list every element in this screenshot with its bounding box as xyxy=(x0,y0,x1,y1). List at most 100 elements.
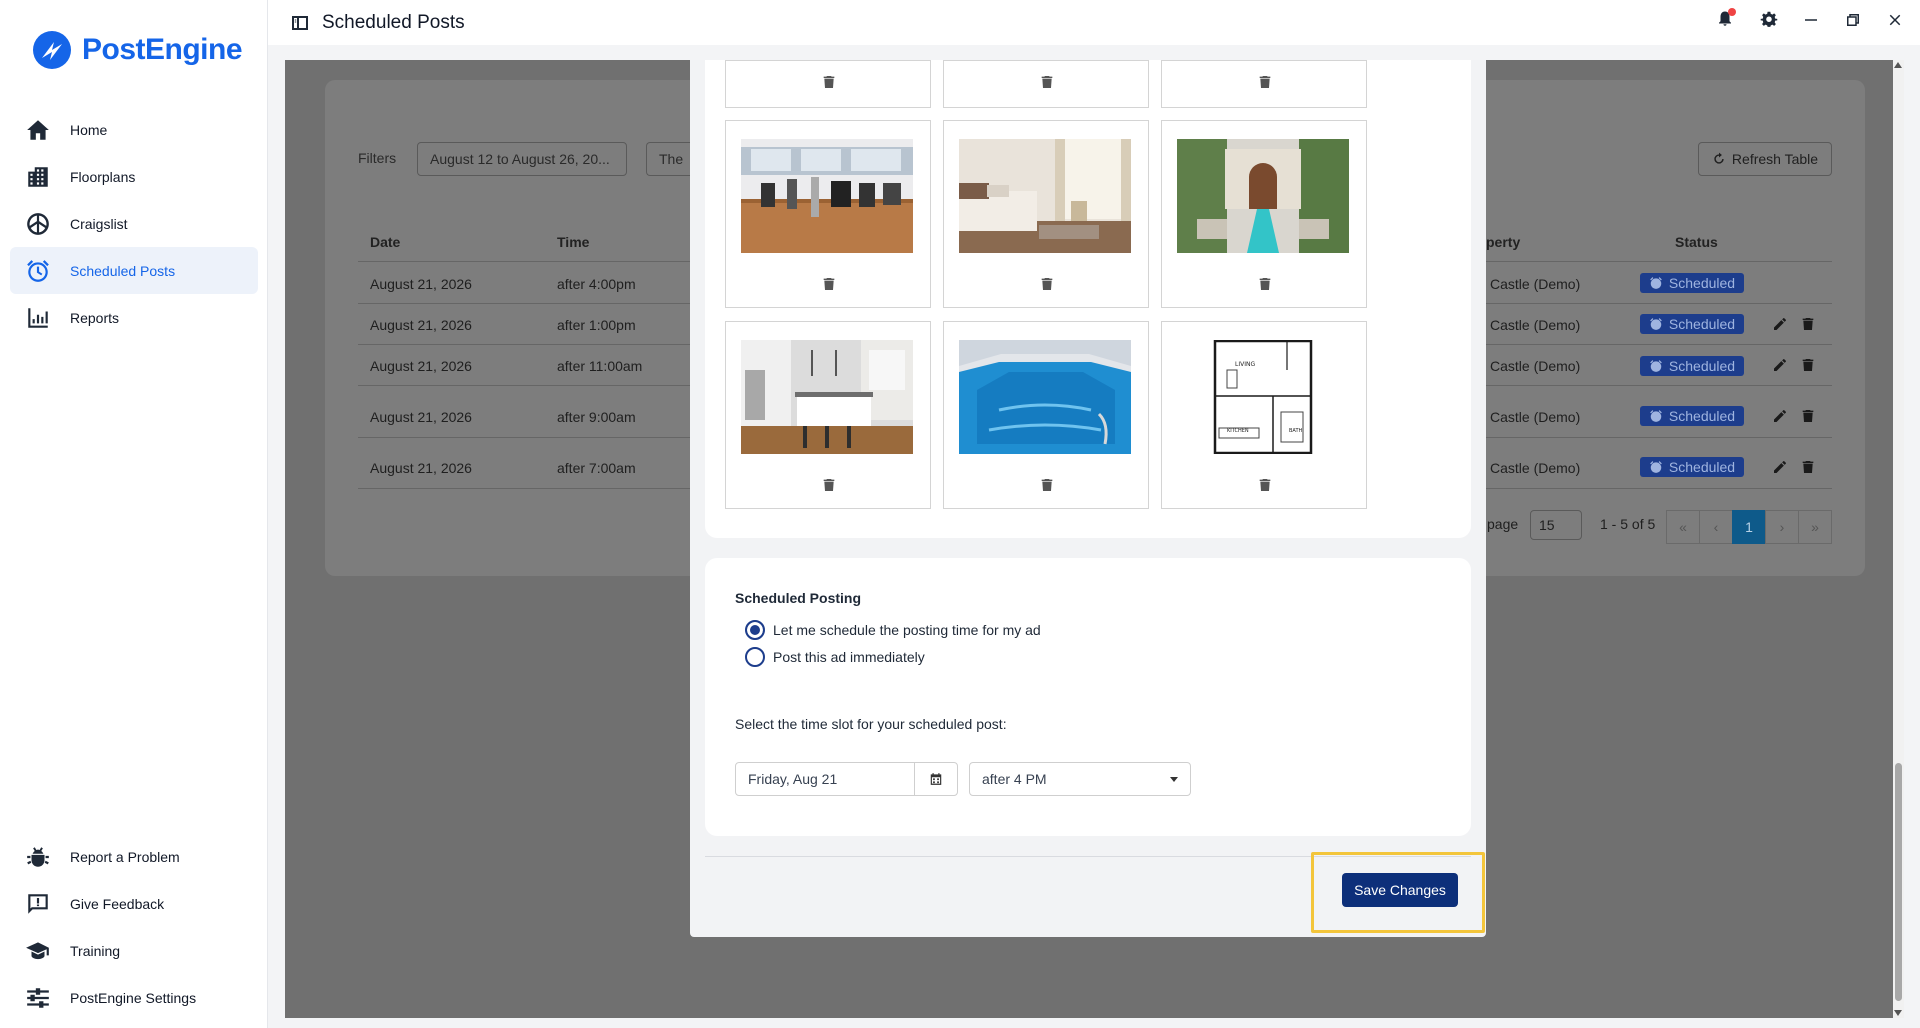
delete-photo-button[interactable] xyxy=(821,73,837,91)
status-badge-label: Scheduled xyxy=(1668,408,1736,424)
first-page-button[interactable]: « xyxy=(1666,510,1700,544)
next-page-button[interactable]: › xyxy=(1765,510,1799,544)
time-slot-value: after 4 PM xyxy=(982,771,1047,787)
delete-photo-button[interactable] xyxy=(821,275,837,293)
delete-photo-button[interactable] xyxy=(821,476,837,494)
scheduled-posting-title: Scheduled Posting xyxy=(735,590,862,606)
scroll-down-arrow[interactable] xyxy=(1894,1010,1902,1016)
edit-post-button[interactable] xyxy=(1772,357,1788,373)
postengine-logo[interactable]: PostEngine xyxy=(32,30,243,70)
page-title: Scheduled Posts xyxy=(322,11,465,33)
edit-post-button[interactable] xyxy=(1772,459,1788,475)
delete-post-button[interactable] xyxy=(1800,459,1816,475)
time-slot-select[interactable]: after 4 PM xyxy=(969,762,1191,796)
schedule-option-custom[interactable]: Let me schedule the posting time for my … xyxy=(745,620,1041,640)
logo-icon xyxy=(33,31,71,69)
delete-photo-button[interactable] xyxy=(1257,73,1273,91)
peace-icon xyxy=(24,210,52,238)
bedroom-photo xyxy=(959,139,1131,253)
rows-per-page-select[interactable]: 15 xyxy=(1530,510,1582,540)
radio-unselected[interactable] xyxy=(745,647,765,667)
brand-name: PostEngine xyxy=(82,33,243,66)
notifications-button[interactable] xyxy=(1716,8,1736,30)
alarm-clock-icon xyxy=(1650,277,1662,289)
minimize-icon[interactable] xyxy=(1802,11,1820,29)
table-cell-date: August 21, 2026 xyxy=(370,460,472,476)
status-badge: Scheduled xyxy=(1640,457,1744,477)
prev-page-button[interactable]: ‹ xyxy=(1699,510,1733,544)
table-cell-property: Castle (Demo) xyxy=(1490,276,1581,292)
main-nav: Home Floorplans Craigslist Scheduled Pos… xyxy=(10,106,258,341)
edit-post-button[interactable] xyxy=(1772,408,1788,424)
scroll-up-arrow[interactable] xyxy=(1894,62,1902,68)
page-button-current[interactable]: 1 xyxy=(1732,510,1766,544)
schedule-option-immediate[interactable]: Post this ad immediately xyxy=(745,647,925,667)
schedule-date-input[interactable] xyxy=(735,762,915,796)
sidebar-item-label: Reports xyxy=(70,309,120,326)
sidebar-item-home[interactable]: Home xyxy=(10,106,258,153)
page-scrollbar[interactable] xyxy=(1893,60,1904,1018)
sidebar-item-label: Craigslist xyxy=(70,215,128,232)
trash-icon xyxy=(1041,278,1053,290)
delete-photo-button[interactable] xyxy=(1257,275,1273,293)
save-changes-button[interactable]: Save Changes xyxy=(1342,873,1458,907)
delete-photo-button[interactable] xyxy=(1039,275,1055,293)
floorplan-image: LIVING KITCHEN BATH xyxy=(1177,340,1349,454)
column-header-date[interactable]: Date xyxy=(370,234,400,250)
delete-post-button[interactable] xyxy=(1800,316,1816,332)
table-cell-time: after 11:00am xyxy=(557,358,643,374)
edit-post-modal: LIVING KITCHEN BATH Scheduled Posting Le… xyxy=(690,60,1486,937)
gear-icon[interactable] xyxy=(1760,11,1778,29)
trash-icon xyxy=(1041,76,1053,88)
photo-card xyxy=(725,120,931,308)
radio-selected[interactable] xyxy=(745,620,765,640)
scrollbar-thumb[interactable] xyxy=(1895,763,1902,1001)
graduation-cap-icon xyxy=(24,937,52,965)
photo-card xyxy=(1161,60,1367,108)
property-filter[interactable]: The xyxy=(646,142,690,176)
sidebar-toggle-icon[interactable] xyxy=(290,13,310,33)
table-cell-date: August 21, 2026 xyxy=(370,276,472,292)
column-header-time[interactable]: Time xyxy=(557,234,589,250)
photo-card xyxy=(943,321,1149,509)
delete-post-button[interactable] xyxy=(1800,357,1816,373)
sidebar-item-scheduled-posts[interactable]: Scheduled Posts xyxy=(10,247,258,294)
sidebar-item-report-problem[interactable]: Report a Problem xyxy=(10,833,258,880)
delete-photo-button[interactable] xyxy=(1039,73,1055,91)
pencil-icon xyxy=(1774,318,1786,330)
sidebar-item-training[interactable]: Training xyxy=(10,927,258,974)
restore-icon[interactable] xyxy=(1844,11,1862,29)
photo-card xyxy=(943,60,1149,108)
column-header-property[interactable]: perty xyxy=(1486,234,1520,250)
close-icon[interactable] xyxy=(1886,11,1904,29)
table-cell-property: Castle (Demo) xyxy=(1490,460,1581,476)
delete-photo-button[interactable] xyxy=(1039,476,1055,494)
trash-icon xyxy=(823,278,835,290)
sidebar-item-floorplans[interactable]: Floorplans xyxy=(10,153,258,200)
table-cell-time: after 7:00am xyxy=(557,460,636,476)
status-badge: Scheduled xyxy=(1640,314,1744,334)
sidebar-item-craigslist[interactable]: Craigslist xyxy=(10,200,258,247)
status-badge: Scheduled xyxy=(1640,273,1744,293)
alarm-clock-icon xyxy=(1650,410,1662,422)
status-badge-label: Scheduled xyxy=(1668,275,1736,291)
last-page-button[interactable]: » xyxy=(1798,510,1832,544)
sidebar: PostEngine Home Floorplans Craigslist Sc… xyxy=(0,0,268,1028)
notification-dot xyxy=(1728,8,1736,16)
table-cell-time: after 4:00pm xyxy=(557,276,636,292)
date-range-filter[interactable]: August 12 to August 26, 20... xyxy=(417,142,627,176)
delete-post-button[interactable] xyxy=(1800,408,1816,424)
edit-post-button[interactable] xyxy=(1772,316,1788,332)
pagination-range: 1 - 5 of 5 xyxy=(1600,516,1656,532)
column-header-status[interactable]: Status xyxy=(1675,234,1718,250)
open-calendar-button[interactable] xyxy=(914,762,958,796)
status-badge-label: Scheduled xyxy=(1668,316,1736,332)
status-badge: Scheduled xyxy=(1640,406,1744,426)
sidebar-item-reports[interactable]: Reports xyxy=(10,294,258,341)
sidebar-item-give-feedback[interactable]: Give Feedback xyxy=(10,880,258,927)
sidebar-item-settings[interactable]: PostEngine Settings xyxy=(10,974,258,1021)
refresh-table-button[interactable]: Refresh Table xyxy=(1698,142,1832,176)
table-cell-time: after 1:00pm xyxy=(557,317,636,333)
delete-photo-button[interactable] xyxy=(1257,476,1273,494)
top-bar: Scheduled Posts xyxy=(268,0,1920,45)
